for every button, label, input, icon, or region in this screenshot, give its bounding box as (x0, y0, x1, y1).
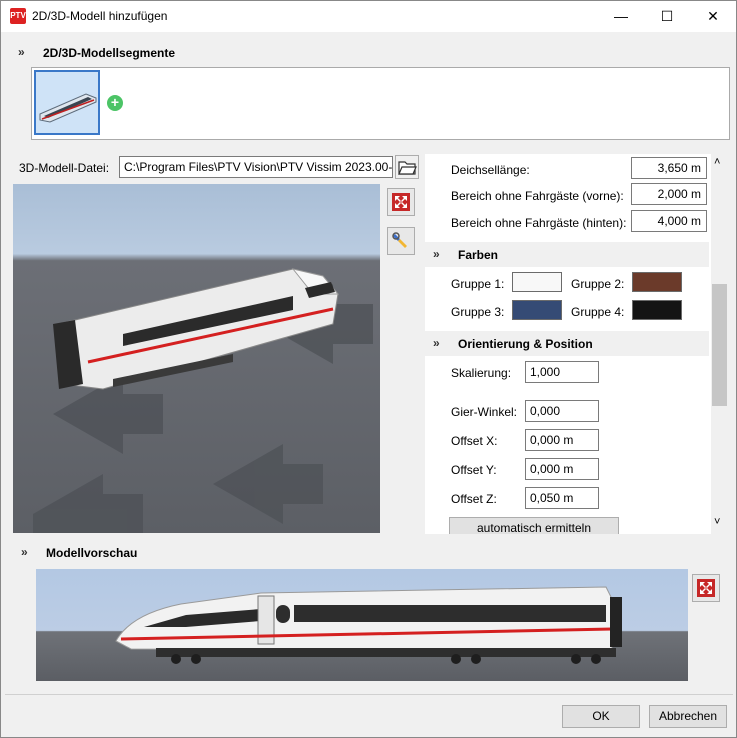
train-side-view (115, 586, 622, 664)
chevron-icon: » (433, 336, 440, 350)
footer-divider (5, 694, 733, 695)
preview-fit-view-button[interactable] (692, 574, 720, 602)
group2-label: Gruppe 2: (571, 277, 625, 291)
ok-button[interactable]: OK (562, 705, 640, 728)
offset-y-label: Offset Y: (451, 463, 497, 477)
folder-icon (398, 161, 417, 175)
group1-color-swatch[interactable] (512, 272, 562, 292)
yaw-input[interactable]: 0,000 (525, 400, 599, 422)
orientation-section-header[interactable]: » Orientierung & Position (425, 331, 709, 356)
model-preview (36, 569, 688, 681)
model-file-path-input[interactable]: C:\Program Files\PTV Vision\PTV Vissim 2… (119, 156, 393, 178)
rear-area-label: Bereich ohne Fahrgäste (hinten): (451, 216, 627, 230)
scroll-up-icon[interactable]: ˄ (714, 156, 720, 168)
deichsel-input[interactable]: 3,650 m (631, 157, 707, 179)
segment-thumbnail[interactable] (34, 70, 100, 135)
deichsel-label: Deichsellänge: (451, 163, 530, 177)
fit-view-icon (392, 193, 410, 211)
orientation-header: Orientierung & Position (458, 337, 593, 351)
segments-header: 2D/3D-Modellsegmente (43, 46, 176, 60)
group4-label: Gruppe 4: (571, 305, 625, 319)
group4-color-swatch[interactable] (632, 300, 682, 320)
model-file-label: 3D-Modell-Datei: (19, 161, 110, 175)
scrollbar-thumb[interactable] (712, 284, 727, 406)
front-area-label: Bereich ohne Fahrgäste (vorne): (451, 189, 624, 203)
group2-color-swatch[interactable] (632, 272, 682, 292)
train-thumbnail-icon (39, 93, 97, 123)
yaw-label: Gier-Winkel: (451, 405, 518, 419)
colors-header: Farben (458, 248, 499, 262)
title-bar: PTV 2D/3D-Modell hinzufügen — ☐ ✕ (1, 1, 736, 32)
window-title: 2D/3D-Modell hinzufügen (32, 9, 168, 23)
group1-label: Gruppe 1: (451, 277, 505, 291)
colors-section-header[interactable]: » Farben (425, 242, 709, 267)
preview-header: Modellvorschau (46, 546, 138, 560)
viewport-scene (33, 268, 373, 533)
fit-view-button[interactable] (387, 188, 415, 216)
add-segment-icon[interactable]: + (107, 95, 123, 111)
offset-y-input[interactable]: 0,000 m (525, 458, 599, 480)
front-area-input[interactable]: 2,000 m (631, 183, 707, 205)
offset-x-label: Offset X: (451, 434, 498, 448)
scale-input[interactable]: 1,000 (525, 361, 599, 383)
dialog-window: PTV 2D/3D-Modell hinzufügen — ☐ ✕ » 2D/3… (0, 0, 737, 738)
properties-panel: Deichsellänge: 3,650 m Bereich ohne Fahr… (425, 154, 711, 534)
segments-list: + (31, 67, 730, 140)
chevron-icon[interactable]: » (21, 545, 28, 559)
scroll-down-icon[interactable]: ˅ (714, 516, 720, 528)
open-folder-button[interactable] (395, 155, 419, 179)
chevron-icon[interactable]: » (18, 45, 25, 59)
rear-area-input[interactable]: 4,000 m (631, 210, 707, 232)
scale-label: Skalierung: (451, 366, 512, 380)
maximize-button[interactable]: ☐ (644, 1, 690, 32)
cancel-button[interactable]: Abbrechen (649, 705, 727, 728)
model-3d-viewport[interactable] (13, 184, 380, 533)
fit-view-icon (697, 579, 715, 597)
minimize-button[interactable]: — (598, 1, 644, 32)
close-button[interactable]: ✕ (690, 1, 736, 32)
settings-tool-button[interactable] (387, 227, 415, 255)
chevron-icon: » (433, 247, 440, 261)
properties-scrollbar[interactable]: ˄ ˅ (711, 154, 728, 534)
offset-z-input[interactable]: 0,050 m (525, 487, 599, 509)
offset-x-input[interactable]: 0,000 m (525, 429, 599, 451)
ptv-app-icon: PTV (10, 8, 26, 24)
auto-detect-button[interactable]: automatisch ermitteln (449, 517, 619, 534)
group3-color-swatch[interactable] (512, 300, 562, 320)
group3-label: Gruppe 3: (451, 305, 505, 319)
offset-z-label: Offset Z: (451, 492, 497, 506)
wrench-icon (392, 232, 407, 248)
